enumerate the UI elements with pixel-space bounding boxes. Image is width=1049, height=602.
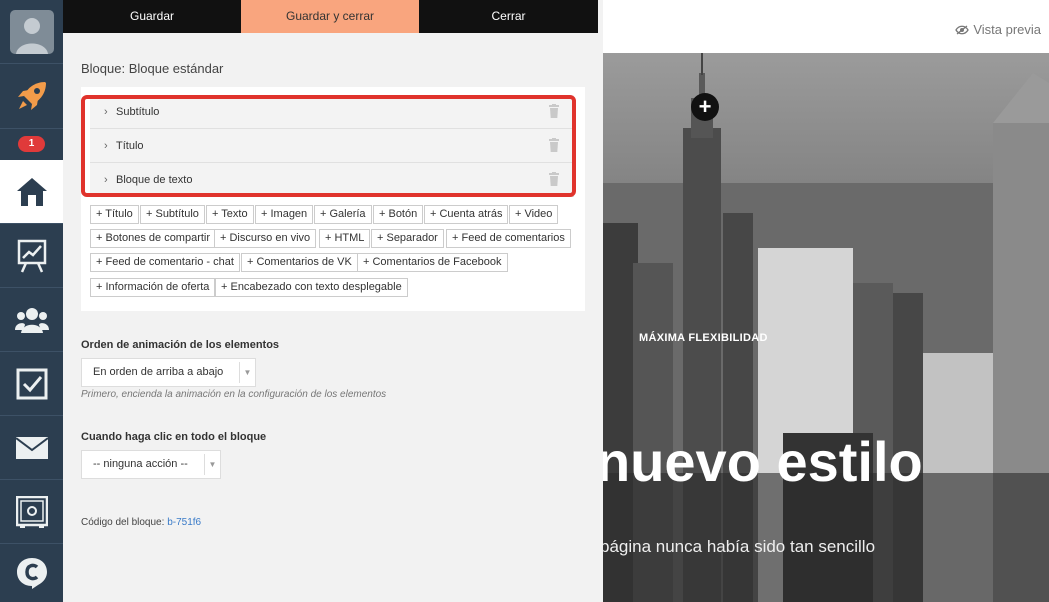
sidebar-item-home[interactable] [0, 160, 63, 224]
safe-icon [15, 495, 48, 528]
hero-subtitle[interactable]: página nunca había sido tan sencillo [603, 537, 875, 557]
add-vk-comments-button[interactable]: + Comentarios de VK [241, 253, 358, 272]
trash-icon[interactable] [548, 104, 560, 121]
add-html-button[interactable]: + HTML [319, 229, 371, 248]
animation-order-value: En orden de arriba a abajo [93, 366, 224, 378]
block-code-link[interactable]: b-751f6 [167, 517, 201, 528]
sidebar-item-mail[interactable] [0, 416, 63, 480]
eye-icon [955, 25, 970, 34]
sidebar-item-safe[interactable] [0, 480, 63, 544]
add-separator-button[interactable]: + Separador [371, 229, 444, 248]
add-chat-feed-button[interactable]: + Feed de comentario - chat [90, 253, 240, 272]
rocket-icon [17, 82, 46, 110]
notification-badge[interactable]: 1 [18, 136, 45, 152]
add-countdown-button[interactable]: + Cuenta atrás [424, 205, 509, 224]
chevron-right-icon[interactable]: › [104, 106, 114, 118]
checkbox-icon [16, 368, 47, 399]
sidebar-item-stats[interactable] [0, 224, 63, 288]
chevron-right-icon[interactable]: › [104, 174, 114, 186]
chevron-down-icon: ▼ [204, 454, 220, 475]
chevron-right-icon[interactable]: › [104, 140, 114, 152]
trash-icon[interactable] [548, 138, 560, 155]
element-label: Subtítulo [116, 105, 160, 118]
animation-order-label: Orden de animación de los elementos [81, 339, 280, 351]
add-comments-feed-button[interactable]: + Feed de comentarios [446, 229, 571, 248]
sidebar-item-tasks[interactable] [0, 352, 63, 416]
add-offer-info-button[interactable]: + Información de oferta [90, 278, 216, 297]
city-skyline-image [603, 53, 1049, 602]
save-and-close-button[interactable]: Guardar y cerrar [241, 0, 419, 33]
hero-title[interactable]: nuevo estilo [603, 429, 923, 494]
users-icon [14, 307, 49, 333]
add-image-button[interactable]: + Imagen [255, 205, 314, 224]
add-share-buttons-button[interactable]: + Botones de compartir [90, 229, 217, 248]
list-item[interactable]: › Título [90, 129, 574, 163]
click-action-value: -- ninguna acción -- [93, 458, 188, 470]
add-video-button[interactable]: + Video [509, 205, 559, 224]
chevron-down-icon: ▼ [239, 362, 255, 383]
hero-kicker[interactable]: MÁXIMA FLEXIBILIDAD [639, 332, 768, 344]
add-collapsible-header-button[interactable]: + Encabezado con texto desplegable [215, 278, 408, 297]
add-text-button[interactable]: + Texto [206, 205, 254, 224]
page-preview: Vista previa + MÁXIMA FLEXIBILIDAD nuevo… [603, 0, 1049, 602]
save-button[interactable]: Guardar [63, 0, 241, 33]
block-elements-box: › Subtítulo › Título › Bloque de texto +… [81, 87, 585, 311]
preview-toggle[interactable]: Vista previa [955, 22, 1041, 37]
trash-icon[interactable] [548, 172, 560, 189]
mail-icon [15, 436, 48, 459]
sidebar-item-users[interactable] [0, 288, 63, 352]
add-block-button[interactable]: + [691, 93, 719, 121]
block-title: Bloque: Bloque estándar [81, 61, 224, 76]
home-icon [16, 177, 47, 206]
click-action-select[interactable]: -- ninguna acción -- ▼ [81, 450, 221, 479]
block-elements-list: › Subtítulo › Título › Bloque de texto [81, 95, 574, 197]
add-facebook-comments-button[interactable]: + Comentarios de Facebook [357, 253, 508, 272]
list-item[interactable]: › Bloque de texto [90, 163, 574, 197]
close-button[interactable]: Cerrar [419, 0, 598, 33]
user-avatar[interactable] [0, 0, 63, 64]
add-button-button[interactable]: + Botón [373, 205, 424, 224]
add-gallery-button[interactable]: + Galería [314, 205, 372, 224]
editor-toolbar: Guardar Guardar y cerrar Cerrar [63, 0, 598, 33]
user-avatar-icon [9, 9, 54, 54]
chart-board-icon [17, 239, 46, 273]
list-item[interactable]: › Subtítulo [90, 95, 574, 129]
element-label: Bloque de texto [116, 173, 193, 186]
animation-order-select[interactable]: En orden de arriba a abajo ▼ [81, 358, 256, 387]
element-label: Título [116, 139, 144, 152]
block-code: Código del bloque: b-751f6 [81, 517, 201, 528]
chat-logo-icon [16, 558, 47, 589]
animation-hint: Primero, encienda la animación en la con… [81, 389, 387, 400]
sidebar-item-chat[interactable] [0, 544, 63, 602]
add-title-button[interactable]: + Título [90, 205, 139, 224]
left-sidebar: 1 [0, 0, 63, 602]
hero-background-image: + MÁXIMA FLEXIBILIDAD nuevo estilo págin… [603, 53, 1049, 602]
block-editor-panel: Guardar Guardar y cerrar Cerrar Bloque: … [63, 0, 603, 602]
sidebar-item-rocket[interactable] [0, 64, 63, 129]
preview-label: Vista previa [973, 22, 1041, 37]
add-subtitle-button[interactable]: + Subtítulo [140, 205, 205, 224]
add-live-speech-button[interactable]: + Discurso en vivo [214, 229, 317, 248]
click-action-label: Cuando haga clic en todo el bloque [81, 431, 267, 443]
block-code-label: Código del bloque: [81, 517, 165, 528]
preview-header: Vista previa [603, 0, 1049, 53]
